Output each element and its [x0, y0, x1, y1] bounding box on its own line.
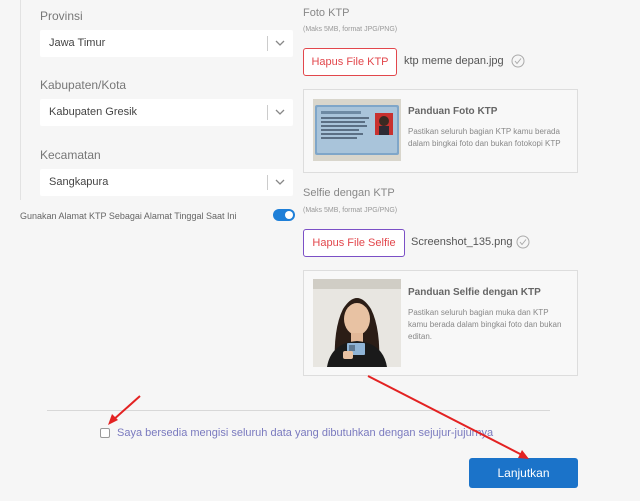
regency-select[interactable]: Kabupaten Gresik	[40, 99, 293, 126]
selfie-upload-hint: (Maks 5MB, format JPG/PNG)	[303, 207, 398, 214]
select-separator	[267, 175, 268, 190]
district-value: Sangkapura	[49, 176, 109, 188]
province-value: Jawa Timur	[49, 37, 106, 49]
regency-value: Kabupaten Gresik	[49, 106, 138, 118]
agreement-label[interactable]: Saya bersedia mengisi seluruh data yang …	[117, 427, 493, 439]
arrow-to-next-button	[367, 375, 525, 457]
ktp-guide-title: Panduan Foto KTP	[408, 106, 498, 117]
ktp-section-title: Foto KTP	[303, 7, 350, 19]
selfie-guide-text: Pastikan seluruh bagian muka dan KTP kam…	[408, 308, 562, 341]
selfie-guide-card: Panduan Selfie dengan KTP Pastikan selur…	[303, 270, 578, 376]
ktp-sample-photo	[313, 99, 401, 161]
chevron-down-icon[interactable]	[273, 36, 287, 50]
delete-selfie-file-button[interactable]: Hapus File Selfie	[303, 229, 405, 257]
select-separator	[267, 36, 268, 51]
ktp-guide-text: Pastikan seluruh bagian KTP kamu berada …	[408, 127, 561, 148]
select-separator	[267, 105, 268, 120]
regency-label: Kabupaten/Kota	[40, 78, 127, 92]
check-circle-icon	[511, 54, 525, 68]
selfie-guide-title: Panduan Selfie dengan KTP	[408, 287, 541, 298]
use-ktp-address-toggle[interactable]	[273, 209, 295, 221]
selfie-filename: Screenshot_135.png	[411, 236, 513, 248]
district-label: Kecamatan	[40, 148, 101, 162]
province-select[interactable]: Jawa Timur	[40, 30, 293, 57]
delete-ktp-file-button[interactable]: Hapus File KTP	[303, 48, 397, 76]
district-select[interactable]: Sangkapura	[40, 169, 293, 196]
province-label: Provinsi	[40, 9, 83, 23]
arrow-to-checkbox	[111, 395, 141, 422]
selfie-section-title: Selfie dengan KTP	[303, 187, 395, 199]
chevron-down-icon[interactable]	[273, 175, 287, 189]
selfie-sample-photo	[313, 279, 401, 367]
ktp-filename: ktp meme depan.jpg	[404, 55, 504, 67]
next-button[interactable]: Lanjutkan	[469, 458, 578, 488]
chevron-down-icon[interactable]	[273, 105, 287, 119]
check-circle-icon	[516, 235, 530, 249]
ktp-guide-card: Panduan Foto KTP Pastikan seluruh bagian…	[303, 89, 578, 173]
toggle-knob	[285, 211, 293, 219]
agreement-checkbox[interactable]	[100, 428, 110, 438]
ktp-upload-hint: (Maks 5MB, format JPG/PNG)	[303, 26, 398, 33]
use-ktp-address-label: Gunakan Alamat KTP Sebagai Alamat Tingga…	[20, 211, 237, 221]
divider	[47, 410, 550, 411]
arrow-head-icon	[108, 414, 118, 425]
